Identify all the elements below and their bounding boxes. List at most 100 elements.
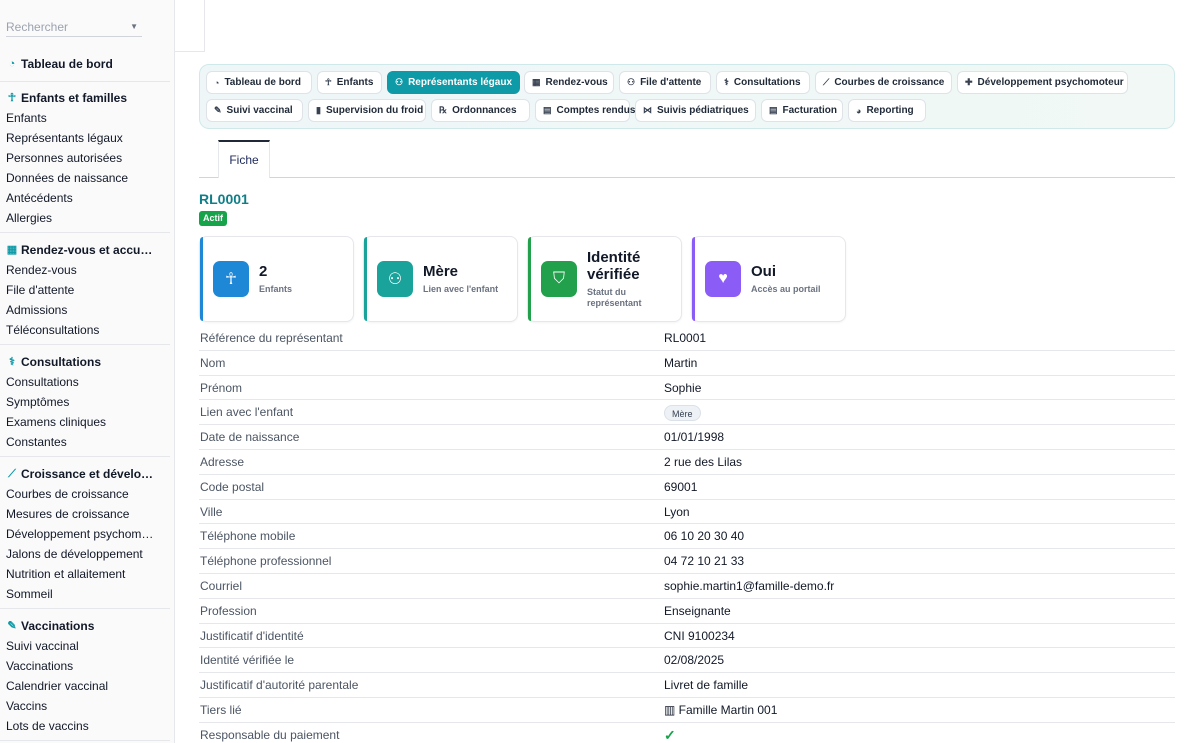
calendar-icon: ▦ xyxy=(6,244,18,256)
sidebar-item[interactable]: Mesures de croissance xyxy=(0,504,170,524)
sidebar-dashboard[interactable]: ◔ Tableau de bord xyxy=(0,54,170,74)
nav-label: Suivis pédiatriques xyxy=(657,105,749,116)
sidebar-item[interactable]: Consultations xyxy=(0,372,170,392)
sidebar-item[interactable]: Enfants xyxy=(0,108,170,128)
detail-label: Téléphone mobile xyxy=(200,529,296,544)
card-accent xyxy=(692,237,695,321)
sidebar-section-title: Enfants et familles xyxy=(21,91,128,105)
tiers-link[interactable]: ▥ Famille Martin 001 xyxy=(664,698,777,722)
detail-row: Téléphone professionnel 04 72 10 21 33 xyxy=(199,549,1175,574)
tab-bar: Fiche xyxy=(199,140,1175,178)
summary-card: ♥ Oui Accès au portail xyxy=(691,236,846,322)
hand-heart-icon: ♥ xyxy=(705,261,741,297)
nav-calendar[interactable]: ▦ Rendez-vous xyxy=(524,71,614,94)
detail-row: Justificatif d'autorité parentale Livret … xyxy=(199,673,1175,698)
detail-table: Référence du représentant RL0001 Nom Martin… xyxy=(199,326,1175,743)
detail-value: 01/01/1998 xyxy=(664,430,725,445)
nav-label: Ordonnances xyxy=(452,105,517,116)
sidebar-item[interactable]: Lots de vaccins xyxy=(0,716,170,736)
detail-value: 06 10 20 30 40 xyxy=(664,529,745,544)
detail-label: Prénom xyxy=(200,380,243,395)
nav-puzzle[interactable]: ✚ Développement psychomoteur xyxy=(957,71,1128,94)
sidebar-item[interactable]: Vaccinations xyxy=(0,656,170,676)
tiers-link-label[interactable]: Famille Martin 001 xyxy=(679,703,778,717)
child-icon: ☥ xyxy=(7,92,17,104)
sidebar-item[interactable]: Symptômes xyxy=(0,392,170,412)
nav-gauge[interactable]: ◔ Tableau de bord xyxy=(206,71,312,94)
chart-line-icon: ⟋ xyxy=(823,77,830,87)
detail-row: Courriel sophie.martin1@famille-demo.fr xyxy=(199,574,1175,599)
search-input[interactable]: Rechercher ▼ xyxy=(6,17,142,37)
nav-users[interactable]: ⚇ Représentants légaux xyxy=(387,71,520,94)
nav-network[interactable]: ⋈ Suivis pédiatriques xyxy=(635,99,756,122)
sidebar-item[interactable]: Téléconsultations xyxy=(0,320,170,340)
sidebar-section-header[interactable]: ⟋ Croissance et dévelo… xyxy=(0,464,170,484)
detail-value: CNI 9100234 xyxy=(664,628,735,643)
sidebar-item[interactable]: Examens cliniques xyxy=(0,412,170,432)
tab-fiche[interactable]: Fiche xyxy=(218,140,270,178)
nav-label: File d'attente xyxy=(640,77,702,88)
card-label: Accès au portail xyxy=(751,284,821,294)
card-value: 2 xyxy=(259,263,268,280)
record-title: RL0001 xyxy=(199,191,249,207)
sidebar-divider xyxy=(0,740,170,741)
sidebar-item[interactable]: Développement psychom… xyxy=(0,524,170,544)
nav-queue[interactable]: ⚇ File d'attente xyxy=(619,71,711,94)
sidebar-section: ✎ Vaccinations Suivi vaccinal Vaccinations C… xyxy=(0,616,170,736)
nav-label: Reporting xyxy=(866,105,914,116)
nav-label: Courbes de croissance xyxy=(834,77,945,88)
detail-row: Lien avec l'enfant Mère xyxy=(199,400,1175,426)
nav-file[interactable]: ▤ Comptes rendus xyxy=(535,99,635,122)
nav-pie-chart[interactable]: ◕ Reporting xyxy=(848,99,926,122)
detail-label: Ville xyxy=(200,504,223,519)
status-badge: Actif xyxy=(199,211,227,226)
sidebar-item[interactable]: Calendrier vaccinal xyxy=(0,676,170,696)
file-icon: ▤ xyxy=(543,105,552,115)
sidebar-item[interactable]: Jalons de développement xyxy=(0,544,170,564)
nav-syringe[interactable]: ✎ Suivi vaccinal xyxy=(206,99,303,122)
detail-row: Justificatif d'identité CNI 9100234 xyxy=(199,624,1175,649)
card-label: Enfants xyxy=(259,284,293,294)
sidebar-section-header[interactable]: ✎ Vaccinations xyxy=(0,616,170,636)
app: Rechercher ▼ ◔ Tableau de bord ☥ Enfants e… xyxy=(0,0,1200,743)
sidebar-item[interactable]: Vaccins xyxy=(0,696,170,716)
network-icon: ⋈ xyxy=(643,105,652,115)
sidebar-item[interactable]: Suivi vaccinal xyxy=(0,636,170,656)
sidebar-divider xyxy=(0,608,170,609)
sidebar-item[interactable]: Représentants légaux xyxy=(0,128,170,148)
sidebar-item[interactable]: Antécédents xyxy=(0,188,170,208)
chevron-down-icon[interactable]: ▼ xyxy=(130,17,138,37)
sidebar-item[interactable]: Nutrition et allaitement xyxy=(0,564,170,584)
sidebar-section-header[interactable]: ⚕ Consultations xyxy=(0,352,170,372)
users-icon: ⚇ xyxy=(395,77,404,87)
sidebar-section: ⚕ Consultations Consultations Symptômes Exam… xyxy=(0,352,170,452)
sidebar-section-header[interactable]: ▦ Rendez-vous et accu… xyxy=(0,240,170,260)
nav-prescription[interactable]: ℞ Ordonnances xyxy=(431,99,530,122)
nav-stethoscope[interactable]: ⚕ Consultations xyxy=(716,71,810,94)
detail-value: Livret de famille xyxy=(664,678,749,693)
sidebar-item[interactable]: Sommeil xyxy=(0,584,170,604)
nav-thermometer[interactable]: ▮ Supervision du froid xyxy=(308,99,426,122)
detail-value: sophie.martin1@famille-demo.fr xyxy=(664,578,835,593)
nav-invoice[interactable]: ▤ Facturation xyxy=(761,99,843,122)
sidebar-item[interactable]: Admissions xyxy=(0,300,170,320)
search-placeholder: Rechercher xyxy=(6,20,69,34)
syringe-icon: ✎ xyxy=(7,620,17,632)
sidebar-item[interactable]: Courbes de croissance xyxy=(0,484,170,504)
sidebar-item[interactable]: Allergies xyxy=(0,208,170,228)
detail-row: Prénom Sophie xyxy=(199,376,1175,401)
nav-child[interactable]: ☥ Enfants xyxy=(317,71,382,94)
sidebar-item[interactable]: Constantes xyxy=(0,432,170,452)
sidebar-item[interactable]: Données de naissance xyxy=(0,168,170,188)
gauge-icon: ◔ xyxy=(8,58,16,70)
summary-card: ⚇ Mère Lien avec l'enfant xyxy=(363,236,518,322)
card-accent xyxy=(528,237,531,321)
sidebar-section-header[interactable]: ☥ Enfants et familles xyxy=(0,88,170,108)
sidebar-item[interactable]: File d'attente xyxy=(0,280,170,300)
sidebar-item[interactable]: Personnes autorisées xyxy=(0,148,170,168)
nav-chart-line[interactable]: ⟋ Courbes de croissance xyxy=(815,71,952,94)
sidebar-item[interactable]: Rendez-vous xyxy=(0,260,170,280)
detail-value: 02/08/2025 xyxy=(664,653,725,668)
nav-label: Enfants xyxy=(336,77,374,88)
detail-label: Adresse xyxy=(200,454,245,469)
